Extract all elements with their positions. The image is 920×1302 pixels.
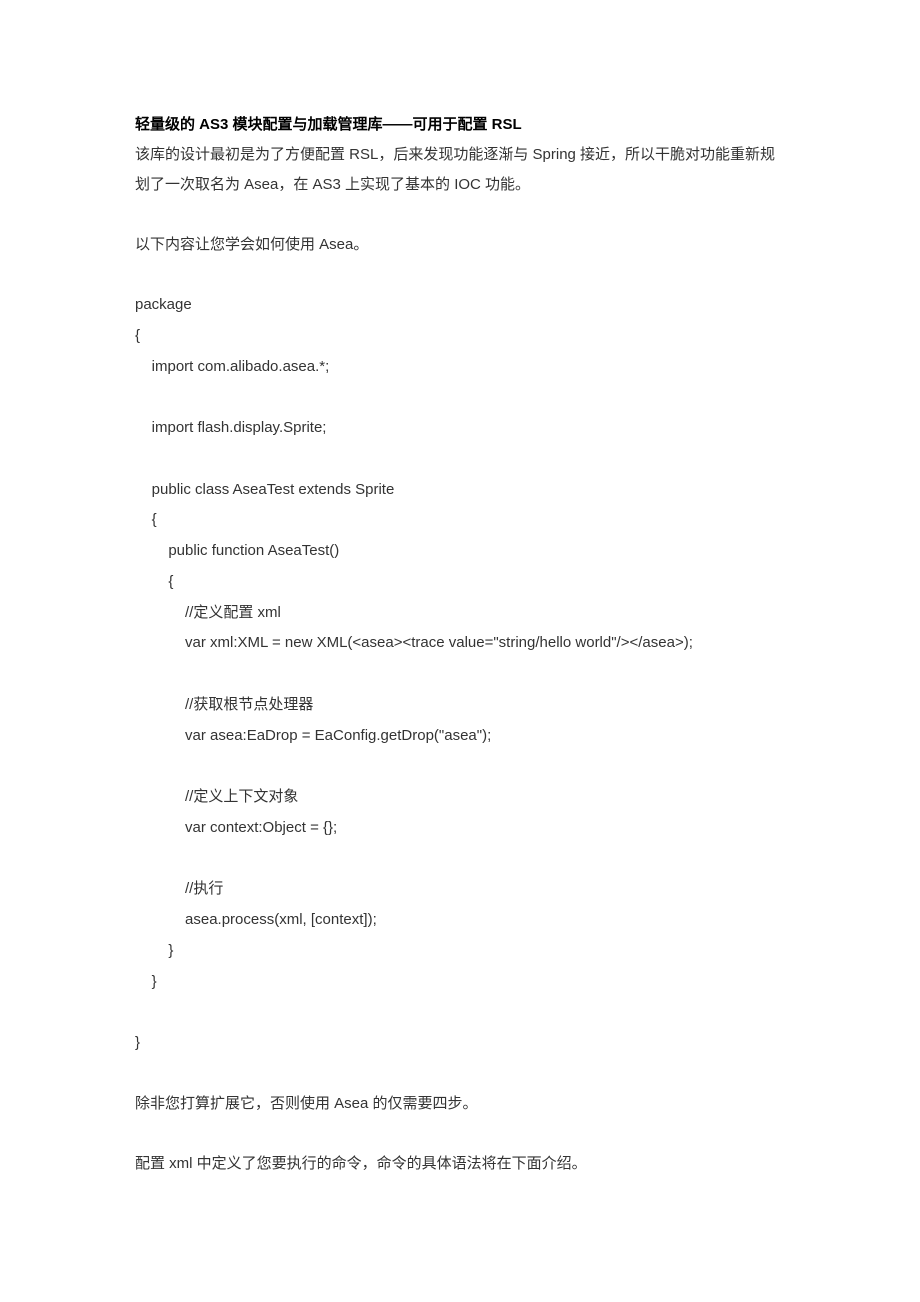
document-title: 轻量级的 AS3 模块配置与加载管理库——可用于配置 RSL (135, 110, 785, 140)
code-block: package { import com.alibado.asea.*; imp… (135, 290, 785, 1059)
spacer (135, 200, 785, 230)
outro-paragraph-2: 配置 xml 中定义了您要执行的命令，命令的具体语法将在下面介绍。 (135, 1149, 785, 1179)
intro-paragraph-2: 以下内容让您学会如何使用 Asea。 (135, 230, 785, 260)
spacer (135, 1059, 785, 1089)
document-content: 轻量级的 AS3 模块配置与加载管理库——可用于配置 RSL 该库的设计最初是为… (135, 110, 785, 1179)
intro-paragraph-1: 该库的设计最初是为了方便配置 RSL，后来发现功能逐渐与 Spring 接近，所… (135, 140, 785, 200)
spacer (135, 1119, 785, 1149)
outro-paragraph-1: 除非您打算扩展它，否则使用 Asea 的仅需要四步。 (135, 1089, 785, 1119)
spacer (135, 260, 785, 290)
title-text: 轻量级的 AS3 模块配置与加载管理库——可用于配置 RSL (135, 116, 522, 133)
